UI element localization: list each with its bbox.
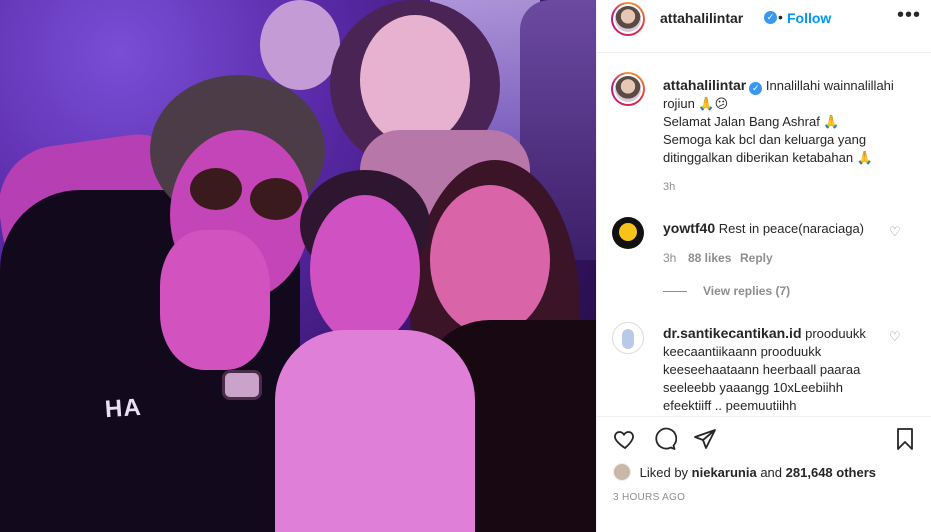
liked-by-others[interactable]: 281,648 others <box>786 465 876 480</box>
comment-timestamp: 3h <box>663 251 677 265</box>
liked-by-user[interactable]: niekarunia <box>692 465 757 480</box>
verified-badge-icon: ✓ <box>764 11 777 24</box>
man-middle-body <box>275 330 475 532</box>
comment-like-heart-icon[interactable]: ♡ <box>889 329 901 345</box>
liked-by-prefix: Liked by <box>639 465 689 480</box>
separator-dot: • <box>778 9 783 25</box>
man-middle-face <box>310 195 420 345</box>
comment-avatar[interactable] <box>612 217 644 249</box>
comments-list[interactable]: attahalilintar ✓ Innalillahi wainnalillah… <box>597 54 931 416</box>
person-back-face <box>260 0 340 90</box>
comment-username[interactable]: yowtf40 <box>663 220 715 236</box>
bookmark-icon[interactable] <box>893 427 917 451</box>
follow-button[interactable]: Follow <box>787 10 831 26</box>
post-side-panel: attahalilintar ✓ • Follow ••• attahalili… <box>596 0 931 532</box>
liked-by-and: and <box>760 465 783 480</box>
caption-line-3: Semoga kak bcl dan keluarga yang ditingg… <box>663 132 873 165</box>
comment-username[interactable]: dr.santikecantikan.id <box>663 325 802 341</box>
comment-icon[interactable] <box>653 427 677 451</box>
liker-avatar[interactable] <box>613 463 631 481</box>
caption: attahalilintar ✓ Innalillahi wainnalillah… <box>663 76 923 167</box>
sunglasses-left-lens <box>190 168 242 210</box>
woman-top-face <box>360 15 470 145</box>
caption-avatar[interactable] <box>611 72 645 106</box>
caption-username[interactable]: attahalilintar <box>663 77 746 93</box>
likes-summary: Liked by niekarunia and 281,648 others <box>613 463 876 481</box>
view-replies-button[interactable]: View replies (7) <box>703 284 790 298</box>
comment-avatar[interactable] <box>612 322 644 354</box>
woman-right-face <box>430 185 550 335</box>
comment-reply-button[interactable]: Reply <box>740 251 773 265</box>
shirt-print: HA <box>104 393 143 424</box>
share-icon[interactable] <box>693 427 717 451</box>
post-actions: Liked by niekarunia and 281,648 others 3… <box>597 416 931 532</box>
sunglasses-right-lens <box>250 178 302 220</box>
heart-icon[interactable] <box>613 427 637 451</box>
hand-gesture <box>160 230 270 370</box>
author-avatar[interactable] <box>611 2 645 36</box>
author-username[interactable]: attahalilintar <box>660 10 743 26</box>
comment-item: yowtf40 Rest in peace(naraciaga) <box>663 220 864 236</box>
more-options-icon[interactable]: ••• <box>897 4 921 27</box>
wrist-watch <box>222 370 262 400</box>
comment-like-count[interactable]: 88 likes <box>688 251 731 265</box>
replies-divider <box>663 291 687 292</box>
comment-like-heart-icon[interactable]: ♡ <box>889 224 901 240</box>
post-header: attahalilintar ✓ • Follow ••• <box>597 0 931 53</box>
caption-timestamp: 3h <box>663 181 676 193</box>
comment-item: dr.santikecantikan.id prooduukk keecaant… <box>663 324 893 415</box>
caption-line-2: Selamat Jalan Bang Ashraf 🙏 <box>663 114 840 129</box>
comment-text: Rest in peace(naraciaga) <box>718 221 864 236</box>
post-timestamp[interactable]: 3 HOURS AGO <box>613 492 685 503</box>
post-photo[interactable]: HA <box>0 0 596 532</box>
verified-badge-icon: ✓ <box>749 82 763 95</box>
